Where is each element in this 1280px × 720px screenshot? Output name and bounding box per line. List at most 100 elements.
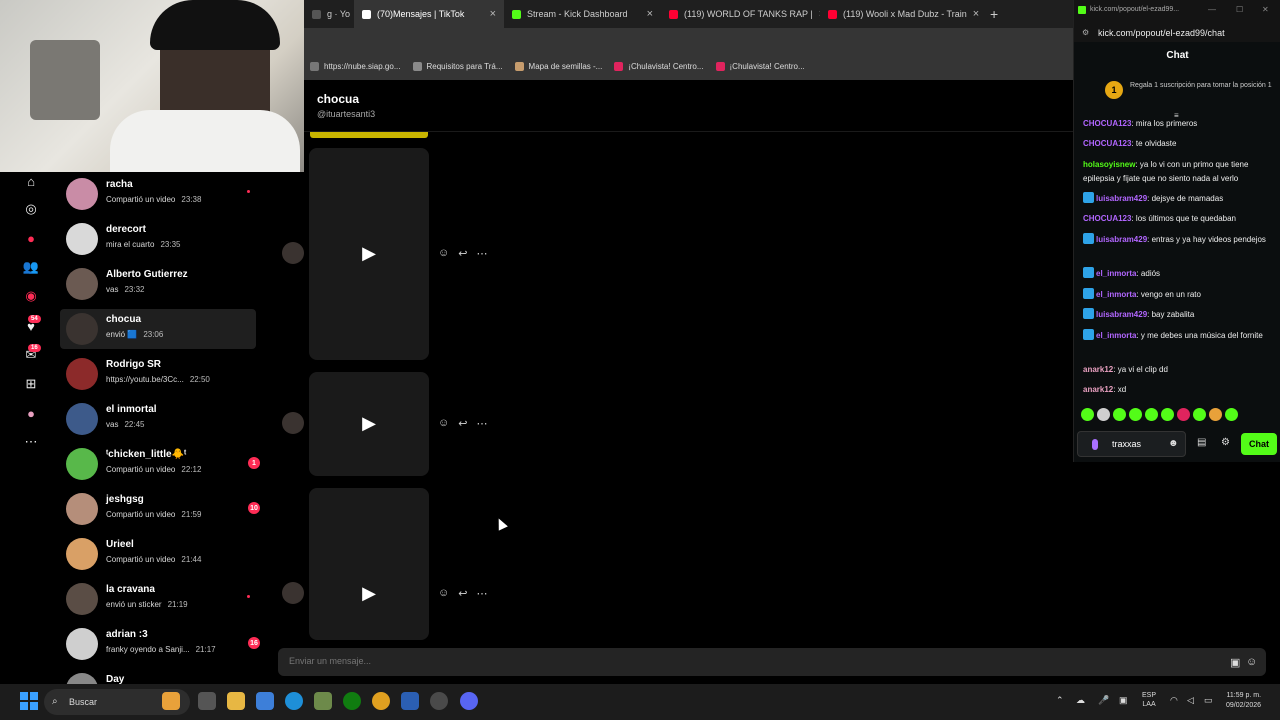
sender-avatar[interactable] [282,242,304,264]
file-explorer-icon[interactable] [227,692,245,710]
browser-tab[interactable]: (119) WORLD OF TANKS RAP |× [661,0,820,28]
emoji-picker-icon[interactable]: ☻ [1168,438,1179,449]
microphone-icon[interactable] [1092,439,1098,450]
react-icon[interactable]: ☺ [438,587,449,600]
send-chat-button[interactable]: Chat [1241,433,1277,455]
live-icon[interactable]: ● [22,229,40,247]
bookmark-item[interactable]: Mapa de semillas -... [514,61,602,71]
conversation-item[interactable]: Alberto Gutierrez vas 23:32 [60,264,256,304]
reply-icon[interactable]: ↩ [458,247,467,260]
chrome-icon[interactable] [372,692,390,710]
discord-icon[interactable] [460,692,478,710]
chat-username[interactable]: luisabram429 [1096,194,1147,203]
chat-username[interactable]: el_inmorta [1096,269,1136,278]
outlook-icon[interactable] [401,692,419,710]
kick-chat-input[interactable]: ☻ [1077,431,1186,457]
chat-contact-name[interactable]: chocua [317,92,359,106]
close-icon[interactable]: ✕ [1262,5,1269,14]
start-button[interactable] [20,692,38,710]
minimize-icon[interactable]: — [1208,5,1216,14]
emote-icon[interactable] [1113,408,1126,421]
conversation-item[interactable]: racha Compartió un video 23:38 [60,174,256,214]
battery-icon[interactable]: ▭ [1204,695,1213,706]
sender-avatar[interactable] [282,412,304,434]
image-icon[interactable]: ▣ [1230,656,1240,669]
following-icon[interactable]: 👥 [22,258,40,276]
emote-icon[interactable] [1097,408,1110,421]
bookmark-item[interactable]: Requisitos para Trá... [412,61,503,71]
task-view-icon[interactable] [198,692,216,710]
maximize-icon[interactable]: ☐ [1236,5,1243,14]
message-composer[interactable]: ▣ ☺ [278,648,1266,676]
sender-avatar[interactable] [282,582,304,604]
chat-username[interactable]: luisabram429 [1096,235,1147,244]
store-icon[interactable]: ▤ [1197,437,1206,448]
browser-address-bar[interactable] [304,28,1080,52]
emote-icon[interactable] [1225,408,1238,421]
conversation-item[interactable]: el inmortal vas 22:45 [60,399,256,439]
taskbar-clock[interactable]: 11:59 p. m. 09/02/2026 [1226,691,1261,711]
chat-username[interactable]: anark12 [1083,385,1113,394]
obs-icon[interactable] [430,692,448,710]
emote-icon[interactable] [1177,408,1190,421]
screen-tray-icon[interactable]: ▣ [1119,695,1128,706]
chat-settings-icon[interactable]: ⚙ [1221,437,1230,448]
conversation-item[interactable]: derecort mira el cuarto 23:35 [60,219,256,259]
volume-icon[interactable]: ◁ [1187,695,1194,706]
upload-icon[interactable]: ⊞ [22,375,40,393]
bookmark-item[interactable]: ¡Chulavista! Centro... [715,61,805,71]
video-thumbnail[interactable] [309,488,429,640]
react-icon[interactable]: ☺ [438,417,449,430]
emote-icon[interactable] [1129,408,1142,421]
reply-icon[interactable]: ↩ [458,417,467,430]
show-hidden-icons-icon[interactable]: ⌃ [1056,695,1064,706]
chat-username[interactable]: anark12 [1083,365,1113,374]
explore-icon[interactable]: ◎ [22,200,40,218]
pinned-message-icon[interactable]: ≡ [1174,111,1179,120]
conversation-item[interactable]: Rodrigo SR https://youtu.be/3Cc... 22:50 [60,354,256,394]
conversation-item[interactable]: la cravana envió un sticker 21:19 [60,579,256,619]
gift-leaderboard-banner[interactable]: 1 Regala 1 suscripción para tomar la pos… [1074,72,1280,110]
home-icon[interactable]: ⌂ [22,172,40,190]
wifi-icon[interactable]: ◠ [1170,695,1178,706]
xbox-icon[interactable] [343,692,361,710]
message-input[interactable] [289,656,406,666]
browser-tab[interactable]: (70)Mensajes | TikTok × [354,0,504,28]
microphone-tray-icon[interactable]: 🎤 [1098,695,1109,706]
emote-icon[interactable] [1193,408,1206,421]
chat-username[interactable]: luisabram429 [1096,310,1147,319]
play-icon[interactable]: ▶ [360,243,378,263]
profile-avatar-icon[interactable]: ◉ [22,287,40,305]
chat-username[interactable]: el_inmorta [1096,290,1136,299]
conversation-item[interactable]: Urieel Compartió un video 21:44 [60,534,256,574]
conversation-item[interactable]: adrian :3 franky oyendo a Sanji... 21:17 16 [60,624,260,664]
chat-username[interactable]: CHOCUA123 [1083,120,1131,128]
kick-url-bar[interactable]: ⚙ kick.com/popout/el-ezad99/chat [1074,22,1280,42]
chat-username[interactable]: holasoyisnew [1083,160,1135,169]
more-options-icon[interactable]: ⋯ [476,587,487,600]
play-icon[interactable]: ▶ [360,413,378,433]
browser-tab[interactable]: Stream - Kick Dashboard × [504,0,661,28]
more-options-icon[interactable]: ⋯ [476,417,487,430]
chat-username[interactable]: CHOCUA123 [1083,214,1131,223]
conversation-item[interactable]: jeshgsg Compartió un video 21:59 10 [60,489,260,529]
bookmark-item[interactable]: ¡Chulavista! Centro... [614,61,704,71]
emote-icon[interactable] [1209,408,1222,421]
emote-icon[interactable] [1081,408,1094,421]
conversation-item[interactable]: Day [60,669,256,684]
chat-username[interactable]: CHOCUA123 [1083,139,1131,148]
minecraft-icon[interactable] [314,692,332,710]
chat-username[interactable]: el_inmorta [1096,331,1136,340]
conversation-item[interactable]: chocua envió 🟦 23:06 [60,309,256,349]
language-indicator[interactable]: ESP LAA [1142,691,1156,709]
react-icon[interactable]: ☺ [438,247,449,260]
bookmark-item[interactable]: https://nube.siap.go... [310,61,401,71]
browser-tab[interactable]: g · Yo× [304,0,354,28]
tab-close-icon[interactable]: × [973,8,979,20]
new-tab-button[interactable]: + [980,6,1008,22]
reply-icon[interactable]: ↩ [458,587,467,600]
conversation-item[interactable]: ᵗchicken_little🐥ᵗ Compartió un video 22:12… [60,444,260,484]
kick-chat-input-field[interactable] [1112,439,1168,449]
site-settings-icon[interactable]: ⚙ [1082,28,1089,37]
emoji-icon[interactable]: ☺ [1246,656,1257,668]
